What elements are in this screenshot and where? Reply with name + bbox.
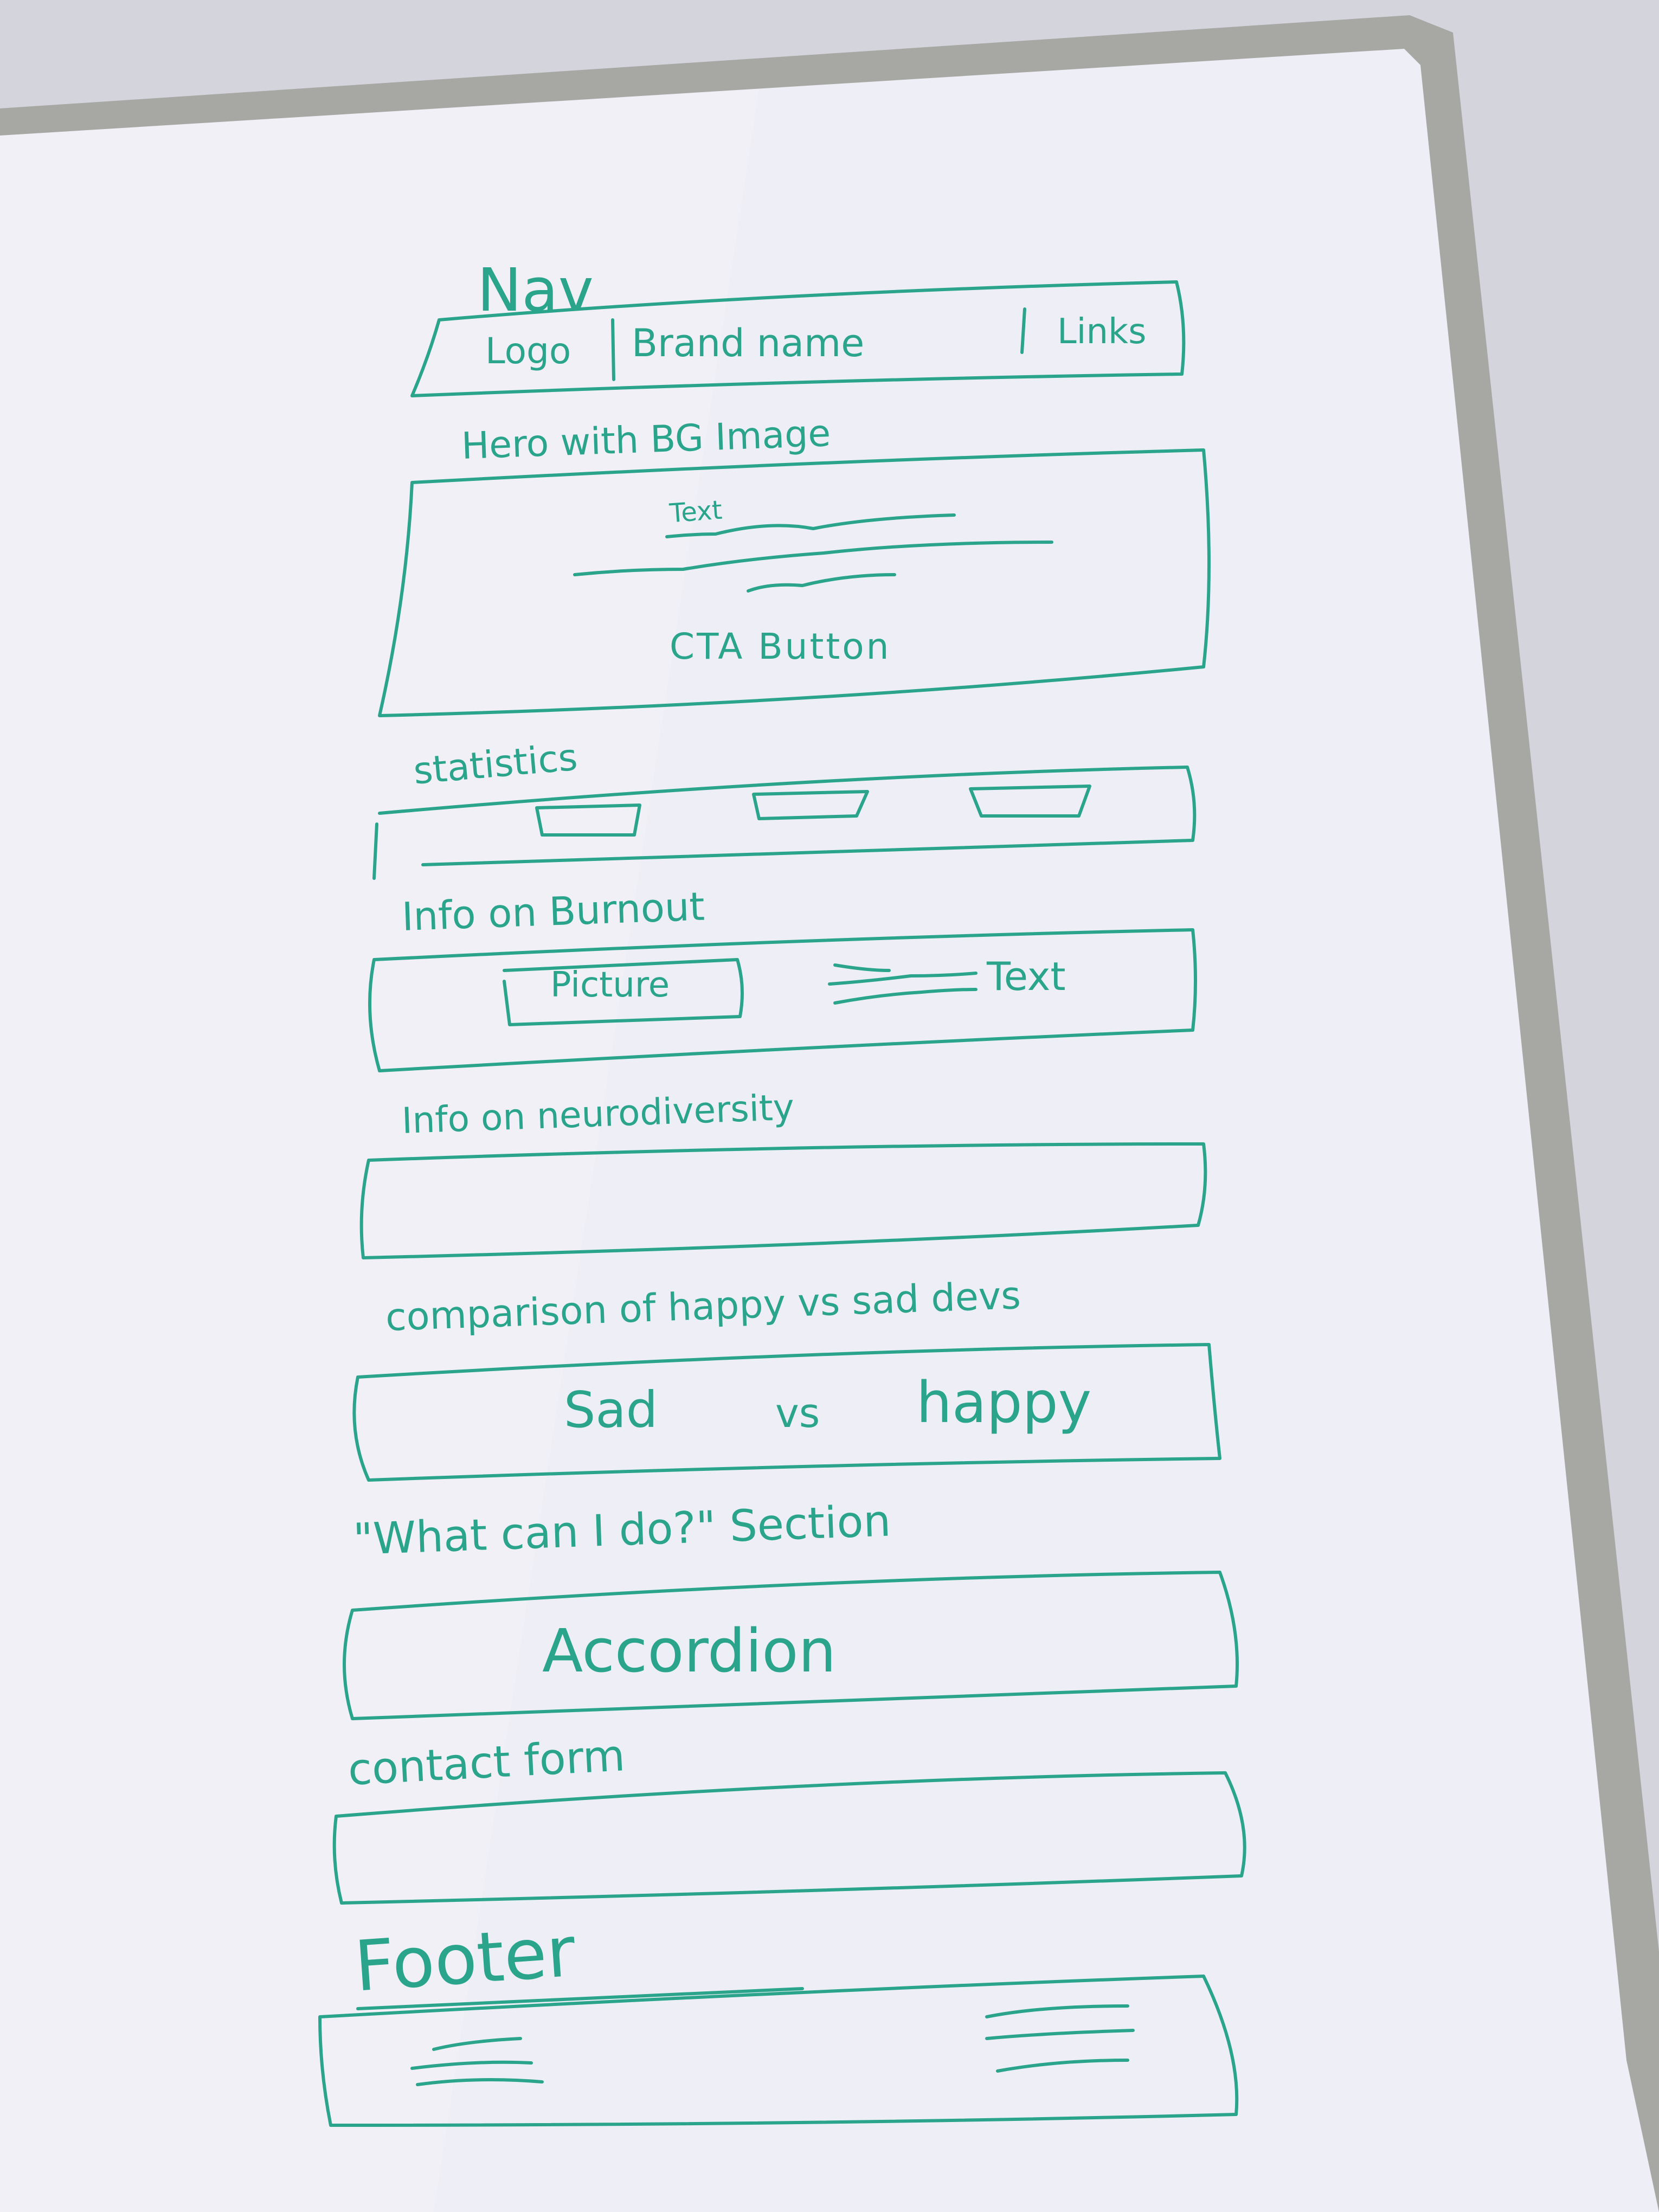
footer-title: Footer [352, 1911, 578, 2008]
comparison-vs: vs [775, 1390, 820, 1437]
burnout-text: Text [987, 954, 1066, 999]
nav-brand: Brand name [632, 321, 865, 365]
hero-cta-button: CTA Button [670, 626, 891, 667]
whiteboard-photo: Nav Logo Brand name Links Hero with BG I… [0, 0, 1659, 2212]
nav-divider-1 [611, 318, 615, 381]
burnout-title: Info on Burnout [401, 883, 706, 940]
comparison-sad: Sad [564, 1381, 658, 1439]
hero-text: Text [668, 494, 723, 529]
accordion-label: Accordion [542, 1616, 837, 1686]
burnout-picture: Picture [550, 965, 670, 1005]
nav-logo: Logo [485, 330, 571, 372]
nav-links: Links [1057, 312, 1147, 352]
comparison-happy: happy [916, 1369, 1092, 1436]
nav-title: Nav [477, 255, 594, 325]
